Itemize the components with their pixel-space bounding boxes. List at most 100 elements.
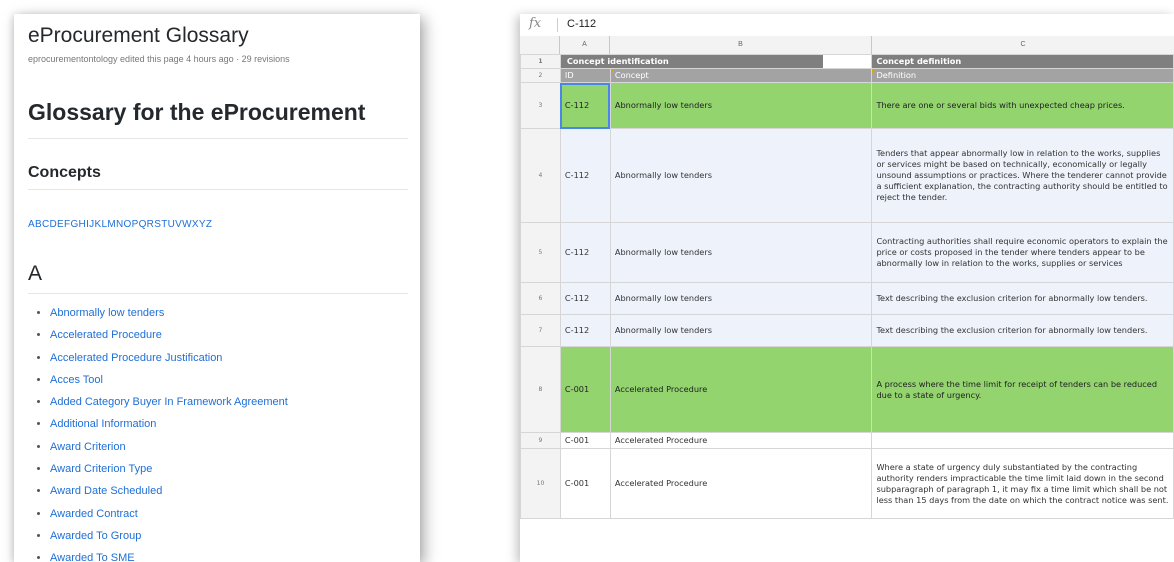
column-header-c[interactable]: C — [872, 36, 1174, 54]
row-number[interactable]: 7 — [520, 314, 561, 347]
alphabet-link[interactable]: Y — [199, 219, 206, 230]
header-id[interactable]: ID — [559, 68, 611, 83]
table-row: 10 C-001 Accelerated Procedure Where a stat… — [520, 448, 1174, 519]
cell-concept[interactable]: Accelerated Procedure — [609, 432, 873, 449]
alphabet-link[interactable]: W — [182, 219, 192, 230]
cell-definition[interactable]: Contracting authorities shall require ec… — [871, 222, 1174, 283]
header-definition-label: Definition — [876, 70, 917, 80]
cell-concept[interactable]: Abnormally low tenders — [609, 82, 873, 129]
list-item: Awarded Contract — [50, 503, 288, 525]
heading-divider — [28, 138, 408, 139]
cell-id[interactable]: C-112 — [559, 82, 611, 129]
cell-id[interactable]: C-001 — [559, 448, 611, 519]
header-concept-definition[interactable]: Concept definition — [871, 54, 1174, 69]
glossary-link[interactable]: Added Category Buyer In Framework Agreem… — [50, 396, 288, 408]
cell-definition[interactable]: Text describing the exclusion criterion … — [871, 282, 1174, 315]
cell-definition[interactable]: Tenders that appear abnormally low in re… — [871, 128, 1174, 223]
cell-definition[interactable]: Text describing the exclusion criterion … — [871, 314, 1174, 347]
alphabet-link[interactable]: D — [50, 219, 58, 230]
fx-icon: fx — [529, 16, 542, 31]
alphabet-link[interactable]: G — [70, 219, 78, 230]
alphabet-link[interactable]: X — [192, 219, 199, 230]
header-concept-identification[interactable]: Concept identification — [561, 54, 825, 69]
alphabet-link[interactable]: H — [79, 219, 87, 230]
concepts-heading: Concepts — [28, 164, 101, 181]
cell-id[interactable]: C-112 — [559, 282, 611, 315]
glossary-link[interactable]: Award Date Scheduled — [50, 485, 162, 497]
sheet-grid: 1 Concept identification Concept definit… — [520, 54, 1174, 519]
header-row-2: 2 ID Concept Definition — [520, 68, 1174, 83]
cell-definition[interactable] — [871, 432, 1174, 449]
glossary-link[interactable]: Award Criterion Type — [50, 463, 152, 475]
column-header-b[interactable]: B — [610, 36, 872, 54]
table-row: 7 C-112 Abnormally low tenders Text describ… — [520, 314, 1174, 347]
table-row: 6 C-112 Abnormally low tenders Text describ… — [520, 282, 1174, 315]
cell-id[interactable]: C-001 — [559, 432, 611, 449]
alphabet-link[interactable]: P — [132, 219, 139, 230]
alphabet-link[interactable]: Q — [139, 219, 147, 230]
cell-concept[interactable]: Abnormally low tenders — [609, 282, 873, 315]
spreadsheet: fx C-112 A B C 1 Concept identification … — [520, 14, 1174, 562]
cell-id[interactable]: C-001 — [559, 346, 611, 433]
alphabet-link[interactable]: C — [42, 219, 50, 230]
cell-concept[interactable]: Abnormally low tenders — [609, 128, 873, 223]
formula-bar-separator — [557, 18, 558, 32]
glossary-link[interactable]: Award Criterion — [50, 441, 126, 453]
row-number[interactable]: 6 — [520, 282, 561, 315]
list-item: Accelerated Procedure — [50, 324, 288, 346]
cell-definition[interactable]: There are one or several bids with unexp… — [871, 82, 1174, 129]
row-number[interactable]: 3 — [520, 82, 561, 129]
alphabet-link[interactable]: Z — [206, 219, 212, 230]
formula-value[interactable]: C-112 — [567, 18, 596, 30]
list-item: Awarded To Group — [50, 525, 288, 547]
row-number[interactable]: 8 — [520, 346, 561, 433]
cell-concept[interactable]: Abnormally low tenders — [609, 314, 873, 347]
alphabet-link[interactable]: N — [116, 219, 124, 230]
alphabet-link[interactable]: U — [168, 219, 176, 230]
glossary-link[interactable]: Awarded To SME — [50, 552, 135, 562]
glossary-link[interactable]: Additional Information — [50, 418, 156, 430]
list-item: Award Criterion — [50, 436, 288, 458]
cell-id[interactable]: C-112 — [559, 222, 611, 283]
alphabet-link[interactable]: M — [107, 219, 116, 230]
section-divider — [28, 293, 408, 294]
row-number[interactable]: 9 — [520, 432, 561, 449]
concepts-divider — [28, 189, 408, 190]
list-item: Added Category Buyer In Framework Agreem… — [50, 391, 288, 413]
cell-concept[interactable]: Abnormally low tenders — [609, 222, 873, 283]
cell-definition[interactable]: A process where the time limit for recei… — [871, 346, 1174, 433]
glossary-link[interactable]: Acces Tool — [50, 374, 103, 386]
alphabet-link[interactable]: E — [57, 219, 64, 230]
header-definition[interactable]: Definition — [871, 68, 1174, 83]
cell-concept[interactable]: Accelerated Procedure — [609, 346, 873, 433]
header-row-1: 1 Concept identification Concept definit… — [520, 54, 1174, 69]
alphabet-link[interactable]: O — [124, 219, 132, 230]
list-item: Acces Tool — [50, 369, 288, 391]
select-all-corner[interactable] — [520, 36, 560, 54]
cell-concept[interactable]: Accelerated Procedure — [609, 448, 873, 519]
alphabet-link[interactable]: B — [35, 219, 42, 230]
cell-id[interactable]: C-112 — [559, 128, 611, 223]
cell-definition[interactable]: Where a state of urgency duly substantia… — [871, 448, 1174, 519]
glossary-link[interactable]: Awarded To Group — [50, 530, 141, 542]
column-header-a[interactable]: A — [560, 36, 610, 54]
glossary-link[interactable]: Accelerated Procedure Justification — [50, 352, 222, 364]
row-number[interactable]: 4 — [520, 128, 561, 223]
wiki-page: eProcurement Glossary eprocurementontolo… — [14, 14, 420, 562]
formula-bar[interactable]: fx C-112 — [520, 14, 1174, 37]
row-number[interactable]: 5 — [520, 222, 561, 283]
header-concept[interactable]: Concept — [609, 68, 873, 83]
row-number[interactable]: 2 — [520, 68, 561, 83]
table-row: 9 C-001 Accelerated Procedure — [520, 432, 1174, 449]
section-letter-heading: A — [28, 262, 43, 285]
row-number[interactable]: 1 — [520, 54, 561, 69]
glossary-link[interactable]: Accelerated Procedure — [50, 329, 162, 341]
cell-id[interactable]: C-112 — [559, 314, 611, 347]
column-headers: A B C — [520, 36, 1174, 55]
glossary-link[interactable]: Abnormally low tenders — [50, 307, 164, 319]
list-item: Award Criterion Type — [50, 458, 288, 480]
glossary-link[interactable]: Awarded Contract — [50, 508, 138, 520]
row-number[interactable]: 10 — [520, 448, 561, 519]
alphabet-link[interactable]: A — [28, 219, 35, 230]
list-item: Accelerated Procedure Justification — [50, 347, 288, 369]
